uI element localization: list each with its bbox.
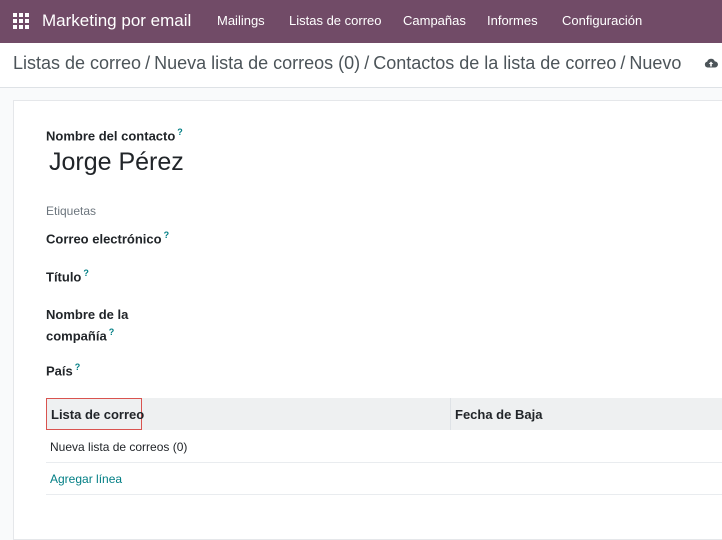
country-label: País? [46, 362, 80, 378]
table-row[interactable]: Nueva lista de correos (0) [46, 431, 722, 463]
contact-name-field[interactable]: Jorge Pérez [49, 148, 184, 177]
main-menu: Mailings Listas de correo Campañas Infor… [0, 0, 722, 43]
company-name-label-line1: Nombre de la [46, 307, 129, 322]
title-label: Título? [46, 268, 89, 284]
breadcrumb: Listas de correo / Nueva lista de correos … [13, 53, 681, 74]
mailing-list-cell[interactable]: Nueva lista de correos (0) [46, 440, 187, 454]
menu-item-configuration[interactable]: Configuración [562, 13, 642, 28]
country-label-text: País [46, 363, 73, 379]
add-line-row: Agregar línea [46, 463, 722, 495]
company-name-label-line2: compañía? [46, 327, 114, 343]
column-mailing-list[interactable]: Lista de correo [46, 398, 144, 430]
column-unsubscribe-date[interactable]: Fecha de Baja [455, 398, 722, 430]
help-icon[interactable]: ? [75, 362, 81, 372]
table-header: Lista de correo Fecha de Baja [46, 398, 722, 430]
email-label-text: Correo electrónico [46, 231, 162, 247]
menu-item-campaigns[interactable]: Campañas [403, 13, 466, 28]
control-panel: Listas de correo / Nueva lista de correos … [0, 43, 722, 88]
breadcrumb-separator: / [145, 53, 151, 73]
menu-item-mailings[interactable]: Mailings [217, 13, 265, 28]
breadcrumb-separator: / [364, 53, 370, 73]
breadcrumb-mailing-lists[interactable]: Listas de correo [13, 53, 141, 73]
breadcrumb-list-contacts[interactable]: Contactos de la lista de correo [373, 53, 616, 73]
cloud-upload-icon[interactable] [704, 57, 718, 69]
title-label-text: Título [46, 269, 82, 285]
contact-name-label-text: Nombre del contacto [46, 128, 176, 144]
contact-name-label: Nombre del contacto? [46, 127, 183, 143]
add-line-link[interactable]: Agregar línea [46, 472, 122, 486]
breadcrumb-new-mailing-list[interactable]: Nueva lista de correos (0) [154, 53, 360, 73]
help-icon[interactable]: ? [177, 127, 183, 137]
help-icon[interactable]: ? [109, 327, 115, 337]
help-icon[interactable]: ? [164, 230, 170, 240]
breadcrumb-current: Nuevo [629, 53, 682, 73]
breadcrumb-separator: / [620, 53, 626, 73]
tags-field[interactable]: Etiquetas [46, 204, 96, 218]
menu-item-reports[interactable]: Informes [487, 13, 538, 28]
top-navbar: Marketing por email Mailings Listas de c… [0, 0, 722, 43]
help-icon[interactable]: ? [83, 268, 89, 278]
column-divider [450, 398, 451, 430]
company-label-text: compañía [46, 328, 107, 344]
menu-item-mailing-lists[interactable]: Listas de correo [289, 13, 382, 28]
email-label: Correo electrónico? [46, 230, 169, 246]
